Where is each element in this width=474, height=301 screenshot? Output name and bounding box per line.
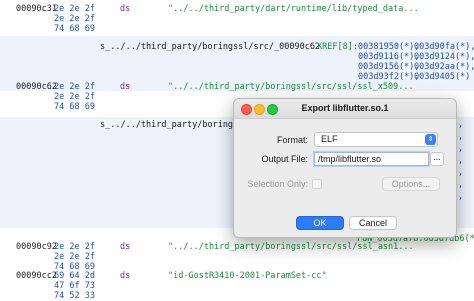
listing-string[interactable]: "../../third_party/dart/runtime/lib/type… xyxy=(168,5,419,14)
listing-bytes: 2e 2e 2f xyxy=(54,14,95,24)
export-dialog: Export libflutter.so.1 Format: ELF ⇕ Out… xyxy=(233,98,457,238)
cancel-button[interactable]: Cancel xyxy=(349,216,397,230)
xref-tail: , xyxy=(458,144,464,154)
xref-entry[interactable]: 003d92aa(*), xyxy=(414,63,474,72)
listing-bytes: 2e 2e 2f xyxy=(54,92,95,102)
xref-label: XREF[8]: xyxy=(317,42,358,52)
listing-string[interactable]: "id-GostR3410-2001-ParamSet-cc" xyxy=(168,272,327,281)
listing-bytes: 2e 2e 2f xyxy=(54,242,95,252)
listing-mnemonic: ds xyxy=(120,271,131,281)
format-select[interactable]: ELF ⇕ xyxy=(314,132,438,147)
dialog-title: Export libflutter.so.1 xyxy=(301,103,389,113)
xref-tail: , xyxy=(458,132,464,142)
listing-mnemonic: ds xyxy=(120,242,131,252)
options-button[interactable]: Options... xyxy=(382,177,440,191)
xref-entry[interactable]: 003d93f2(*), xyxy=(358,73,419,82)
selection-only-checkbox[interactable] xyxy=(312,179,322,189)
listing-bytes: 69 64 2d xyxy=(54,271,95,281)
listing-address[interactable]: 00090c92 xyxy=(16,243,57,252)
xref-tail: , xyxy=(458,156,464,166)
listing-bytes: 2e 2e 2f xyxy=(54,82,95,92)
listing-address[interactable]: 00090c62 xyxy=(16,83,57,92)
ok-button[interactable]: OK xyxy=(296,216,344,230)
xref-entry[interactable]: 003d9156(*), xyxy=(358,63,419,72)
xref-tail: , xyxy=(458,168,464,178)
xref-entry[interactable]: 003d90fa(*), xyxy=(414,43,474,52)
listing-address[interactable]: 00090c31 xyxy=(16,5,57,14)
dialog-titlebar[interactable]: Export libflutter.so.1 xyxy=(234,99,456,119)
selection-only-label: Selection Only: xyxy=(247,179,308,189)
listing-mnemonic: ds xyxy=(120,82,131,92)
xref-entry[interactable]: 003d9116(*), xyxy=(358,53,419,62)
format-value: ELF xyxy=(321,134,338,144)
updown-chevron-icon: ⇕ xyxy=(425,134,436,145)
listing-bytes: 74 68 69 xyxy=(54,102,95,112)
xref-entry[interactable]: 00381950(*), xyxy=(358,43,419,52)
listing-mnemonic: ds xyxy=(120,4,131,14)
xref-entry[interactable]: 003d9124(*), xyxy=(414,53,474,62)
browse-button[interactable]: ... xyxy=(430,152,444,166)
output-file-label: Output File: xyxy=(261,154,308,164)
xref-entry[interactable]: 003d9405(*) xyxy=(414,73,470,82)
output-file-field[interactable]: /tmp/libflutter.so xyxy=(314,152,429,166)
listing-string[interactable]: "../../third_party/boringssl/src/ssl/ssl… xyxy=(168,83,414,92)
listing-bytes: 47 6f 73 xyxy=(54,281,95,291)
listing-bytes: 74 52 33 xyxy=(54,291,95,301)
output-file-value: /tmp/libflutter.so xyxy=(318,154,382,164)
listing-string[interactable]: "../../third_party/boringssl/src/ssl/ssl… xyxy=(168,243,414,252)
listing-address[interactable]: 00090cc2 xyxy=(16,272,57,281)
xref-tail: , xyxy=(458,120,464,130)
listing-bytes: 2e 2e 2f xyxy=(54,4,95,14)
listing-bytes: 74 68 69 xyxy=(54,24,95,34)
xref-tail: , xyxy=(458,192,464,202)
format-label: Format: xyxy=(276,135,308,145)
listing-bytes: 2e 2e 2f xyxy=(54,252,95,262)
listing-label[interactable]: s_../../third_party/boringssl/src/_00090… xyxy=(100,43,320,52)
xref-tail: , xyxy=(458,180,464,190)
